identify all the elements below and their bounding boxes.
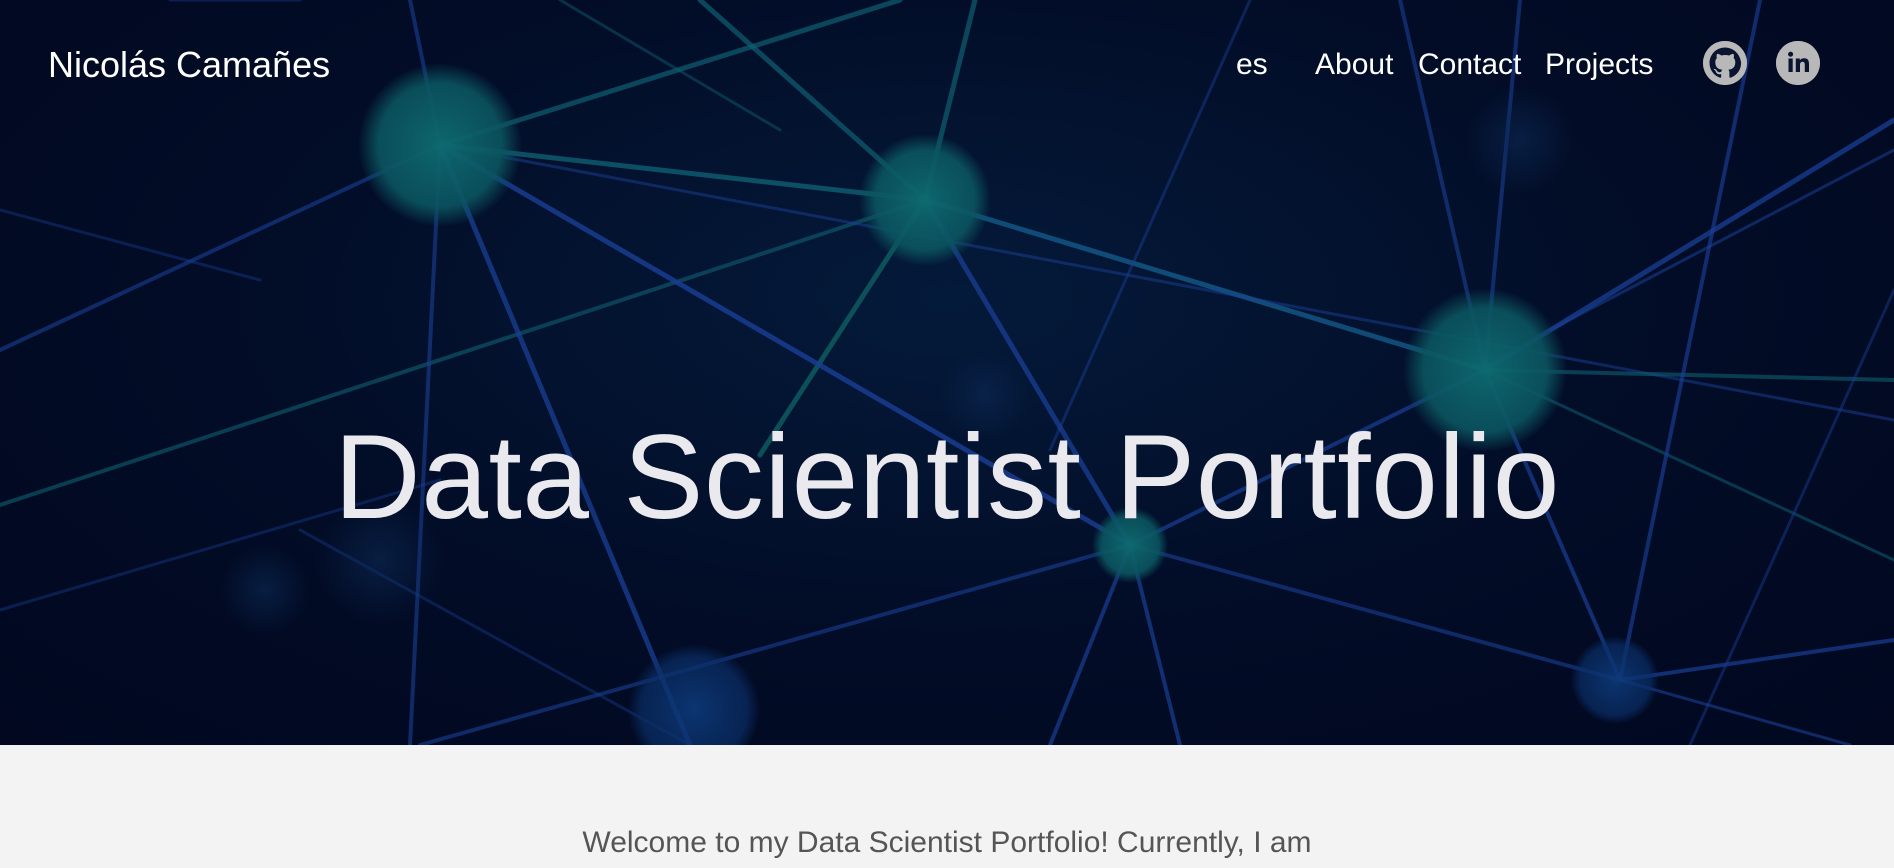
brand-link[interactable]: Nicolás Camañes bbox=[48, 44, 330, 86]
language-switch-link[interactable]: es bbox=[1236, 48, 1268, 82]
hero-title: Data Scientist Portfolio bbox=[334, 410, 1560, 544]
navbar: Nicolás Camañes es About Contact Project… bbox=[0, 0, 1894, 130]
intro-text: Welcome to my Data Scientist Portfolio! … bbox=[582, 826, 1312, 859]
hero-section: Nicolás Camañes es About Contact Project… bbox=[0, 0, 1894, 745]
linkedin-link[interactable] bbox=[1776, 41, 1820, 85]
github-icon bbox=[1703, 41, 1747, 85]
linkedin-icon bbox=[1776, 41, 1820, 85]
nav-contact-link[interactable]: Contact bbox=[1418, 48, 1521, 82]
nav-about-link[interactable]: About bbox=[1315, 48, 1393, 82]
nav-projects-link[interactable]: Projects bbox=[1545, 48, 1653, 82]
github-link[interactable] bbox=[1703, 41, 1747, 85]
